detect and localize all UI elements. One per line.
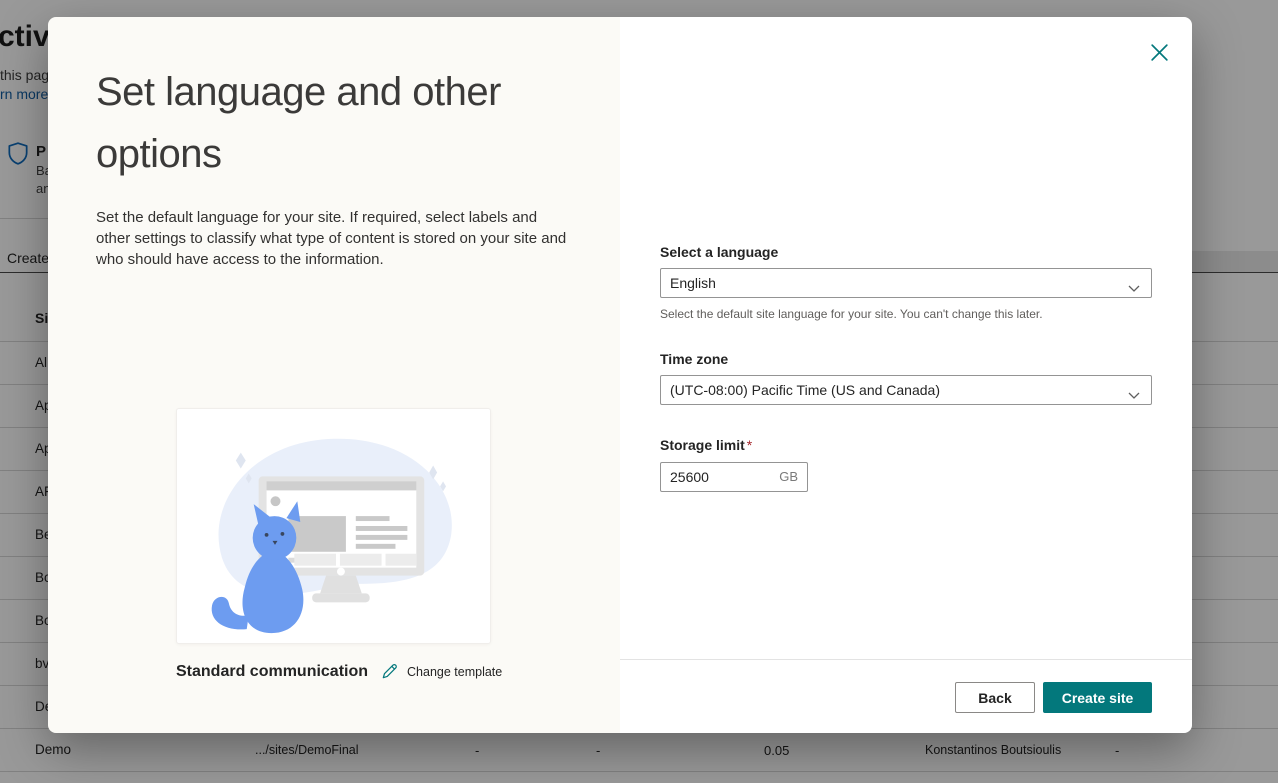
storage-unit: GB	[779, 469, 798, 484]
close-icon	[1149, 42, 1170, 66]
timezone-value: (UTC-08:00) Pacific Time (US and Canada)	[670, 382, 940, 398]
storage-limit-label: Storage limit *	[660, 437, 753, 453]
screen: ctive this pag rn more P Ba an Create Si…	[0, 0, 1278, 783]
close-button[interactable]	[1144, 39, 1174, 69]
change-template-link[interactable]: Change template	[407, 665, 502, 679]
footer-divider	[620, 659, 1192, 660]
chevron-down-icon	[1128, 387, 1140, 403]
timezone-dropdown[interactable]: (UTC-08:00) Pacific Time (US and Canada)	[660, 375, 1152, 405]
language-dropdown[interactable]: English	[660, 268, 1152, 298]
storage-limit-field: GB	[660, 462, 808, 492]
back-button[interactable]: Back	[955, 682, 1035, 713]
create-site-button[interactable]: Create site	[1043, 682, 1152, 713]
template-caption: Standard communication Change template	[176, 662, 502, 681]
cat-and-monitor-illustration	[211, 438, 452, 634]
timezone-label: Time zone	[660, 351, 729, 367]
required-asterisk: *	[746, 437, 753, 453]
pencil-icon[interactable]	[380, 662, 399, 681]
template-name: Standard communication	[176, 662, 369, 680]
language-value: English	[670, 275, 716, 291]
dialog-title: Set language and other options	[96, 70, 501, 176]
language-label: Select a language	[660, 244, 779, 260]
create-site-dialog: Set language and other options Set the d…	[48, 17, 1192, 733]
chevron-down-icon	[1128, 280, 1140, 296]
dialog-left-pane: Set language and other options Set the d…	[48, 17, 620, 733]
dialog-description: Set the default language for your site. …	[96, 209, 567, 268]
template-preview-card	[176, 408, 491, 644]
language-helper-text: Select the default site language for you…	[660, 307, 1043, 321]
dialog-right-pane: Select a language English Select the def…	[620, 17, 1192, 733]
